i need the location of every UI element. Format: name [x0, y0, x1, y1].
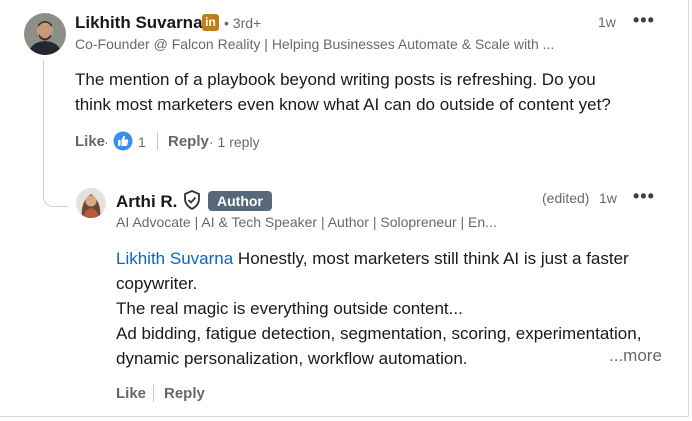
linkedin-influencer-icon: in: [202, 14, 219, 31]
reply-author-headline: AI Advocate | AI & Tech Speaker | Author…: [116, 214, 497, 230]
reply-button[interactable]: Reply: [168, 133, 209, 150]
avatar[interactable]: [24, 13, 66, 55]
connection-degree: • 3rd+: [224, 15, 262, 31]
edited-label: (edited): [542, 190, 590, 206]
commenter-headline: Co-Founder @ Falcon Reality | Helping Bu…: [75, 36, 555, 52]
reply-line-4: Ad bidding, fatigue detection, segmentat…: [116, 324, 642, 343]
see-more-link[interactable]: ...more: [609, 346, 662, 366]
action-separator-dot: ·: [104, 134, 109, 150]
comment-text: The mention of a playbook beyond writing…: [75, 70, 611, 114]
like-button[interactable]: Like: [116, 385, 146, 402]
thread-connector-line: [43, 60, 68, 207]
like-button[interactable]: Like: [75, 133, 105, 150]
mention-link[interactable]: Likhith Suvarna: [116, 249, 233, 268]
avatar[interactable]: [76, 188, 106, 218]
reply-button[interactable]: Reply: [164, 385, 205, 402]
reply-line-3: The real magic is everything outside con…: [116, 299, 463, 318]
comment-timestamp[interactable]: 1w: [598, 14, 616, 30]
reply-count[interactable]: · 1 reply: [209, 134, 260, 150]
author-badge: Author: [208, 191, 272, 211]
reply-timestamp[interactable]: 1w: [599, 190, 617, 206]
reply-author-name[interactable]: Arthi R.: [116, 192, 177, 212]
more-options-icon[interactable]: •••: [633, 10, 655, 31]
reaction-count[interactable]: 1: [138, 134, 146, 150]
reply-line-1: Likhith Suvarna Honestly, most marketers…: [116, 246, 676, 271]
reply-line-1-rest: Honestly, most marketers still think AI …: [233, 249, 629, 268]
reply-line-2: copywriter.: [116, 274, 198, 293]
reply-text: Likhith Suvarna Honestly, most marketers…: [116, 246, 676, 371]
verified-shield-icon: [183, 190, 201, 211]
action-divider: [153, 384, 154, 402]
reply-line-5: dynamic personalization, workflow automa…: [116, 349, 468, 368]
like-reaction-icon: [113, 131, 133, 151]
action-divider: [157, 132, 158, 150]
more-options-icon[interactable]: •••: [633, 186, 655, 207]
commenter-name[interactable]: Likhith Suvarna: [75, 13, 203, 33]
